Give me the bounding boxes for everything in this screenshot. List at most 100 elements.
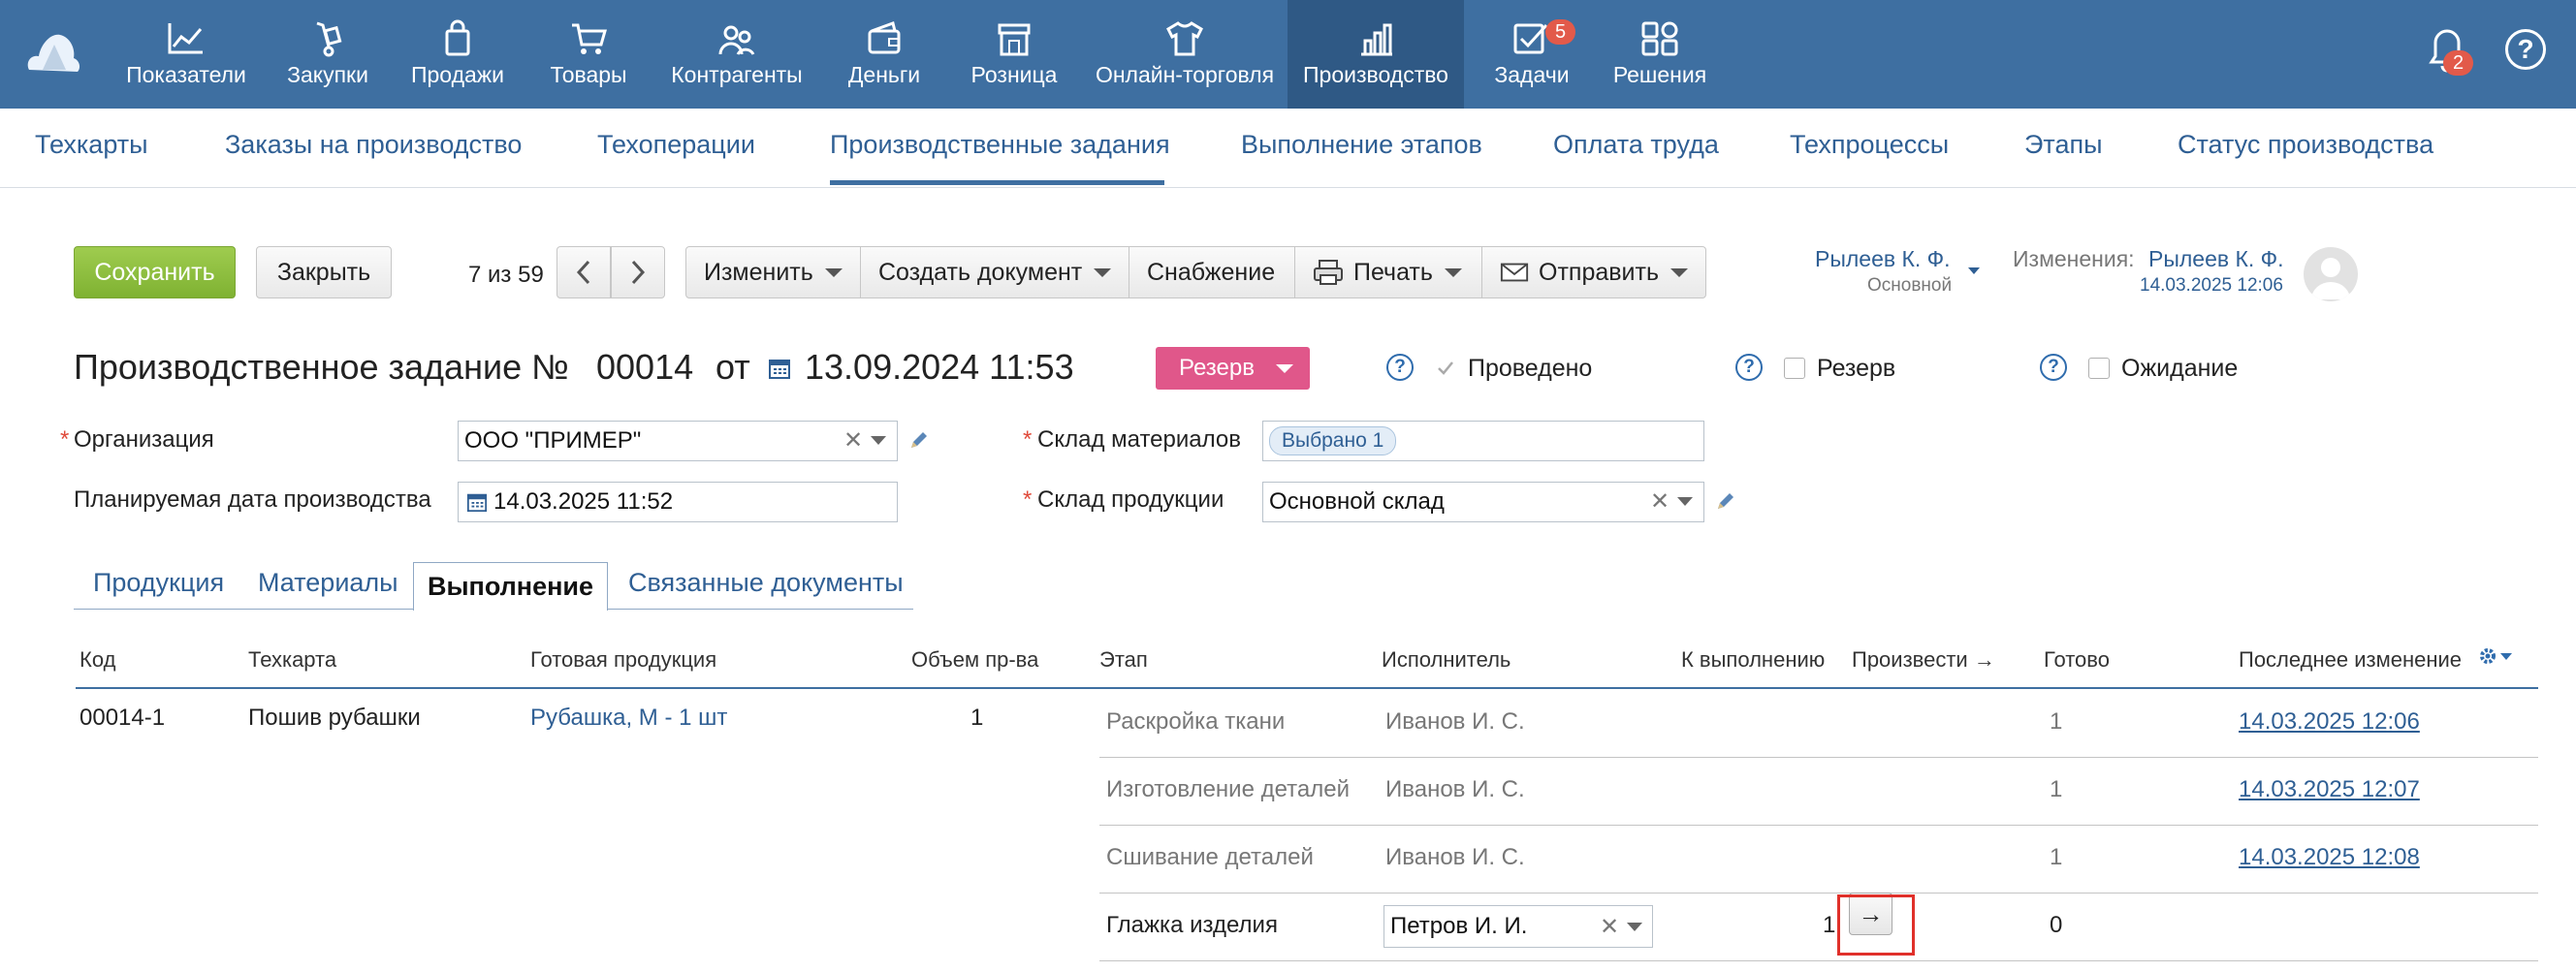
status-label: Резерв (1179, 355, 1255, 381)
nav-label: Товары (550, 62, 627, 87)
prev-record-button[interactable] (557, 246, 611, 298)
column-header-volume[interactable]: Объем пр-ва (911, 647, 1038, 673)
nav-label: Закупки (287, 62, 368, 87)
envelope-icon (1500, 263, 1529, 282)
nav-sales[interactable]: Продажи (403, 0, 512, 109)
subnav-techprocesses[interactable]: Техпроцессы (1790, 130, 1949, 160)
stage-last-change-link[interactable]: 14.03.2025 12:06 (2239, 708, 2420, 736)
chevron-down-icon (1444, 267, 1462, 277)
close-button[interactable]: Закрыть (256, 246, 392, 298)
products-stock-field[interactable]: Основной склад (1262, 482, 1704, 522)
materials-stock-field[interactable]: Выбрано 1 (1262, 421, 1704, 461)
clear-products-stock-icon[interactable]: ✕ (1650, 487, 1670, 516)
nav-solutions[interactable]: Решения (1604, 0, 1716, 109)
products-stock-chevron-down-icon[interactable] (1677, 497, 1693, 506)
tab-materials[interactable]: Материалы (258, 568, 398, 598)
chart-line-icon (168, 23, 203, 54)
order-code: 00014-1 (80, 705, 166, 731)
selected-count-chip[interactable]: Выбрано 1 (1269, 426, 1397, 455)
table-header-divider (76, 687, 2538, 689)
pager-text: 7 из 59 (468, 262, 544, 288)
calendar-icon[interactable] (768, 357, 791, 380)
changes-date: 14.03.2025 12:06 (2140, 275, 2283, 296)
clear-executor-icon[interactable]: ✕ (1600, 913, 1619, 941)
tab-related-documents[interactable]: Связанные документы (628, 568, 904, 598)
column-header-done[interactable]: Готово (2044, 647, 2110, 673)
subnav-production-orders[interactable]: Заказы на производство (225, 130, 522, 160)
column-header-stage[interactable]: Этап (1099, 647, 1148, 673)
subnav-stage-execution[interactable]: Выполнение этапов (1241, 130, 1482, 160)
subnav-active-indicator (830, 180, 1164, 185)
nav-indicators[interactable]: Показатели (118, 0, 254, 109)
nav-purchases[interactable]: Закупки (273, 0, 382, 109)
subnav-techcards[interactable]: Техкарты (35, 130, 148, 160)
create-document-dropdown-button[interactable]: Создать документ (860, 246, 1129, 298)
status-reserve-button[interactable]: Резерв (1156, 347, 1310, 390)
document-date[interactable]: 13.09.2024 11:53 (805, 347, 1074, 388)
nav-tasks[interactable]: Задачи (1483, 0, 1580, 109)
required-marker: * (1023, 426, 1033, 453)
nav-retail[interactable]: Розница (960, 0, 1068, 109)
print-dropdown-button[interactable]: Печать (1294, 246, 1482, 298)
waiting-help-icon[interactable]: ? (2040, 354, 2067, 381)
changes-author[interactable]: Рылеев К. Ф. (2148, 246, 2284, 272)
column-header-produce[interactable]: Произвести → (1852, 647, 1995, 673)
stage-done: 1 (2050, 844, 2063, 870)
document-number[interactable]: 00014 (596, 347, 693, 388)
column-header-todo[interactable]: К выполнению (1681, 647, 1825, 673)
column-header-techcard[interactable]: Техкарта (248, 647, 336, 673)
column-header-last-change[interactable]: Последнее изменение (2239, 647, 2462, 673)
stage-done: 0 (2050, 912, 2063, 938)
avatar[interactable] (2304, 247, 2358, 301)
organization-value: ООО "ПРИМЕР" (464, 427, 642, 454)
column-header-product[interactable]: Готовая продукция (530, 647, 716, 673)
tab-products[interactable]: Продукция (93, 568, 224, 598)
send-dropdown-button[interactable]: Отправить (1481, 246, 1706, 298)
owner-name[interactable]: Рылеев К. Ф. (1815, 246, 1951, 272)
posted-checkbox[interactable] (1435, 358, 1456, 379)
tab-execution[interactable]: Выполнение (413, 562, 608, 611)
calendar-icon[interactable] (466, 491, 488, 513)
nav-production[interactable]: Производство (1288, 0, 1464, 109)
stage-last-change-link[interactable]: 14.03.2025 12:07 (2239, 776, 2420, 803)
create-document-label: Создать документ (878, 258, 1083, 286)
help-button[interactable]: ? (2505, 29, 2546, 70)
save-button[interactable]: Сохранить (74, 246, 236, 298)
reserve-help-icon[interactable]: ? (1735, 354, 1763, 381)
stage-name: Глажка изделия (1106, 912, 1278, 938)
edit-stock-pencil-icon[interactable] (1714, 489, 1737, 513)
posted-help-icon[interactable]: ? (1386, 354, 1414, 381)
supply-button[interactable]: Снабжение (1129, 246, 1295, 298)
user-avatar-icon (2311, 258, 2350, 299)
subnav-production-tasks[interactable]: Производственные задания (830, 130, 1170, 160)
nav-online-trade[interactable]: Онлайн-торговля (1092, 0, 1278, 109)
nav-label: Производство (1303, 62, 1448, 87)
column-settings-gear-icon[interactable] (2477, 645, 2514, 667)
column-header-code[interactable]: Код (80, 647, 115, 673)
subnav-stages[interactable]: Этапы (2024, 130, 2103, 160)
stage-last-change-link[interactable]: 14.03.2025 12:08 (2239, 844, 2420, 871)
clear-organization-icon[interactable]: ✕ (843, 426, 863, 455)
nav-goods[interactable]: Товары (535, 0, 642, 109)
column-header-executor[interactable]: Исполнитель (1382, 647, 1511, 673)
subnav-payroll[interactable]: Оплата труда (1553, 130, 1719, 160)
nav-label: Розница (970, 62, 1058, 87)
organization-chevron-down-icon[interactable] (871, 436, 886, 445)
edit-organization-pencil-icon[interactable] (907, 428, 931, 452)
organization-field[interactable]: ООО "ПРИМЕР" (458, 421, 898, 461)
owner-chevron-down-icon[interactable] (1968, 267, 1980, 274)
reserve-checkbox[interactable] (1784, 358, 1805, 379)
subnav-techoperations[interactable]: Техоперации (597, 130, 755, 160)
nav-money[interactable]: Деньги (830, 0, 938, 109)
nav-counterparties[interactable]: Контрагенты (667, 0, 807, 109)
order-product-link[interactable]: Рубашка, M - 1 шт (530, 705, 727, 732)
stage-executor: Иванов И. С. (1385, 708, 1525, 735)
executor-chevron-down-icon[interactable] (1627, 923, 1642, 931)
next-record-button[interactable] (611, 246, 665, 298)
waiting-checkbox[interactable] (2088, 358, 2110, 379)
row-divider (1099, 757, 2538, 758)
planned-date-field[interactable]: 14.03.2025 11:52 (458, 482, 898, 522)
subnav-production-status[interactable]: Статус производства (2178, 130, 2433, 160)
app-logo-icon[interactable] (25, 27, 81, 74)
change-dropdown-button[interactable]: Изменить (685, 246, 861, 298)
